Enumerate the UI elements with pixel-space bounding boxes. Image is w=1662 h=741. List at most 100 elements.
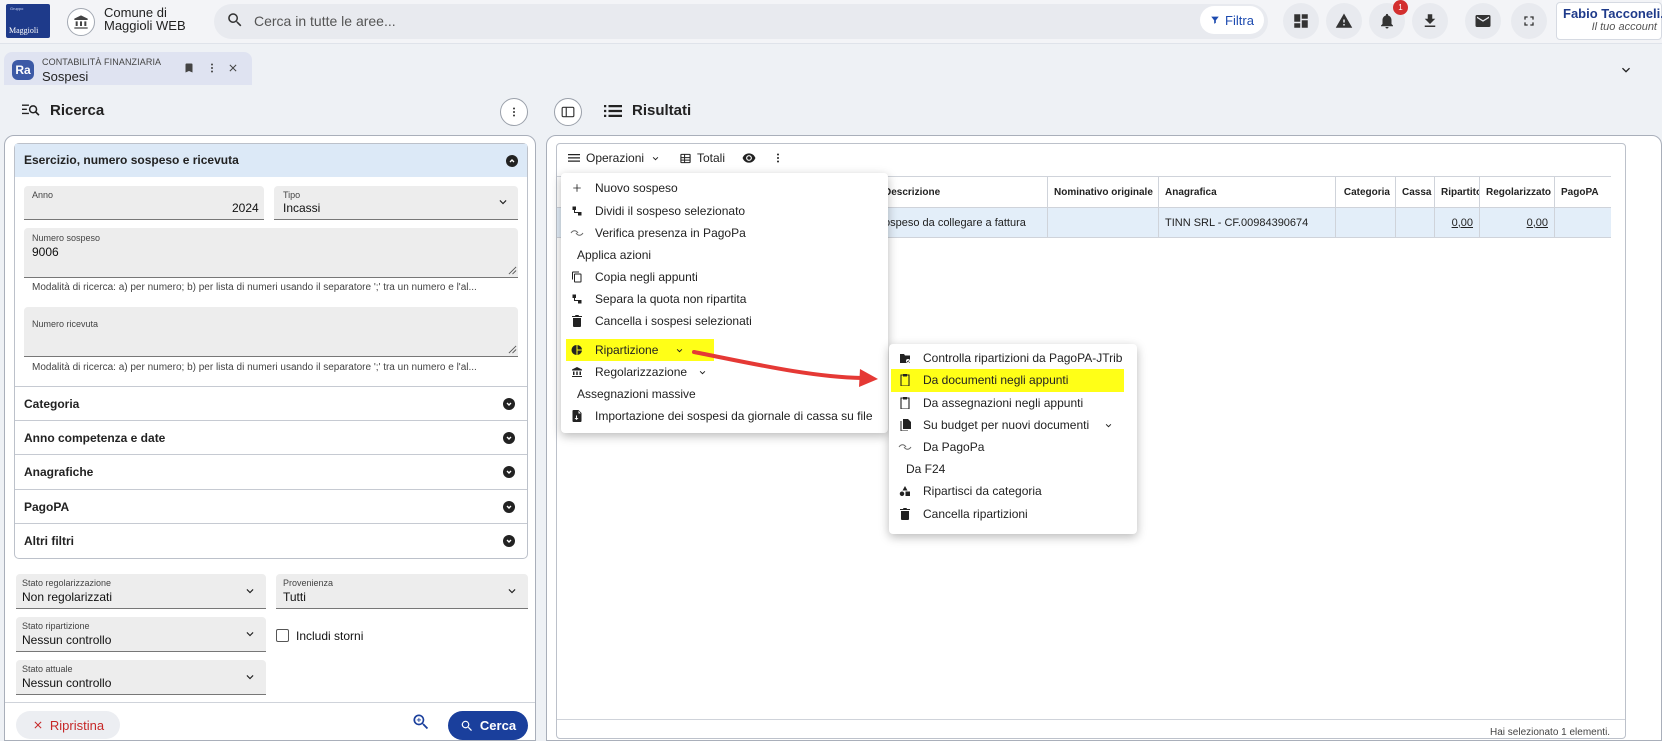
logo-text: Maggioli (9, 26, 39, 35)
provenienza-value: Tutti (283, 590, 306, 604)
operazioni-button[interactable]: Operazioni (568, 151, 661, 165)
search-panel-title: Ricerca (50, 102, 105, 119)
ripristina-button[interactable]: Ripristina (16, 711, 120, 739)
menu-item-importazione[interactable]: Importazione dei sospesi da giornale di … (561, 405, 888, 427)
cell-categoria (1335, 208, 1395, 237)
download-button[interactable] (1412, 3, 1448, 39)
mail-icon (1475, 15, 1491, 27)
toggle-sidebar-button[interactable] (554, 98, 582, 126)
tipo-value: Incassi (283, 201, 321, 215)
eye-icon[interactable] (742, 152, 756, 164)
copy-icon (569, 271, 585, 283)
submenu-item-da-pagopa[interactable]: Da PagoPa (889, 436, 1137, 458)
trash-icon (569, 315, 585, 327)
column-header-cassa[interactable]: Cassa (1395, 177, 1434, 207)
section-categoria[interactable]: Categoria (15, 386, 527, 420)
column-header-regolarizzato[interactable]: Regolarizzato (1479, 177, 1554, 207)
resize-handle-icon[interactable] (508, 266, 517, 275)
menu-icon (568, 154, 580, 162)
file-import-icon (569, 410, 585, 422)
numero-ricevuta-field[interactable] (24, 307, 518, 357)
user-account-button[interactable]: Fabio Tacconeli... Il tuo account (1556, 2, 1662, 40)
cerca-button[interactable]: Cerca (448, 711, 528, 740)
zoom-in-icon[interactable] (411, 712, 431, 732)
search-panel-menu-button[interactable] (500, 98, 528, 126)
clipboard-icon (897, 397, 913, 409)
stato-attuale-value: Nessun controllo (22, 676, 112, 690)
notification-badge: 1 (1393, 0, 1408, 15)
menu-item-label: Dividi il sospeso selezionato (595, 204, 746, 218)
menu-item-cancella-sospesi[interactable]: Cancella i sospesi selezionati (561, 310, 888, 332)
split-icon (569, 293, 585, 305)
menu-item-label: Separa la quota non ripartita (595, 292, 747, 306)
menu-item-nuovo-sospeso[interactable]: Nuovo sospeso (561, 177, 888, 199)
download-icon (1424, 14, 1436, 27)
org-line-2: Maggioli WEB (104, 18, 186, 33)
resize-handle-icon[interactable] (508, 345, 517, 354)
mail-button[interactable] (1465, 3, 1501, 39)
stato-attuale-label: Stato attuale (22, 664, 73, 674)
tab-more-icon[interactable] (206, 62, 218, 74)
section-anagrafiche[interactable]: Anagrafiche (15, 454, 527, 488)
logo-small-text: Gruppo (10, 6, 24, 11)
dashboard-button[interactable] (1283, 3, 1319, 39)
column-header-pagopa[interactable]: PagoPA (1554, 177, 1611, 207)
close-icon[interactable] (227, 62, 239, 74)
menu-item-label: Applica azioni (577, 248, 652, 262)
menu-item-dividi[interactable]: Dividi il sospeso selezionato (561, 200, 888, 222)
more-vertical-icon[interactable] (773, 152, 783, 164)
column-header-descrizione[interactable]: Descrizione (877, 177, 1047, 207)
submenu-item-su-budget[interactable]: Su budget per nuovi documenti (889, 414, 1137, 436)
anno-field[interactable] (24, 186, 264, 220)
bookmark-icon[interactable] (183, 62, 195, 74)
submenu-item-label: Da documenti negli appunti (923, 373, 1069, 387)
chevron-down-icon (243, 584, 257, 598)
bank-icon (569, 366, 585, 378)
submenu-item-ripartisci-categoria[interactable]: Ripartisci da categoria (889, 480, 1137, 502)
submenu-item-cancella-ripartizioni[interactable]: Cancella ripartizioni (889, 503, 1137, 525)
submenu-item-da-assegnazioni[interactable]: Da assegnazioni negli appunti (889, 392, 1137, 414)
fullscreen-button[interactable] (1511, 3, 1547, 39)
menu-item-applica-azioni[interactable]: Applica azioni (561, 244, 888, 266)
section-pagopa[interactable]: PagoPA (15, 489, 527, 523)
chevron-down-icon (243, 670, 257, 684)
stato-regolarizzazione-value: Non regolarizzati (22, 590, 113, 604)
totali-button[interactable]: Totali (680, 151, 725, 165)
collapse-icon[interactable] (506, 155, 518, 167)
submenu-item-da-f24[interactable]: Da F24 (889, 458, 1137, 480)
cell-regolarizzato-link[interactable]: 0,00 (1527, 217, 1548, 229)
column-header-nominativo[interactable]: Nominativo originale (1047, 177, 1158, 207)
documents-icon (897, 419, 913, 431)
search-input[interactable] (254, 6, 1094, 36)
column-header-ripartito[interactable]: Ripartito (1434, 177, 1479, 207)
column-header-categoria[interactable]: Categoria (1335, 177, 1395, 207)
chevron-down-icon[interactable] (1618, 62, 1634, 78)
warning-button[interactable] (1326, 3, 1362, 39)
section-anno-competenza[interactable]: Anno competenza e date (15, 420, 527, 454)
folder-check-icon (897, 353, 913, 364)
filter-button[interactable]: Filtra (1200, 6, 1264, 34)
pie-chart-icon (569, 344, 585, 356)
submenu-item-controlla-ripartizioni[interactable]: Controlla ripartizioni da PagoPA-JTrib (889, 347, 1137, 369)
grid-footer-divider (557, 719, 1625, 720)
submenu-item-da-documenti[interactable]: Da documenti negli appunti (889, 369, 1137, 391)
trash-icon (897, 508, 913, 520)
filter-label: Filtra (1225, 12, 1254, 28)
numero-ricevuta-hint: Modalità di ricerca: a) per numero; b) p… (32, 362, 477, 373)
menu-item-separa-quota[interactable]: Separa la quota non ripartita (561, 288, 888, 310)
menu-item-verifica-pagopa[interactable]: Verifica presenza in PagoPa (561, 222, 888, 244)
cerca-label: Cerca (479, 718, 517, 733)
bell-icon (1381, 13, 1393, 29)
column-header-anagrafica[interactable]: Anagrafica (1158, 177, 1335, 207)
stato-ripartizione-label: Stato ripartizione (22, 621, 90, 631)
includi-storni-checkbox[interactable] (276, 629, 289, 642)
maggioli-logo[interactable]: Gruppo Maggioli (6, 4, 50, 38)
chevron-down-icon (243, 627, 257, 641)
section-anno-competenza-label: Anno competenza e date (24, 431, 166, 445)
cell-ripartito-link[interactable]: 0,00 (1452, 217, 1473, 229)
menu-item-copia-appunti[interactable]: Copia negli appunti (561, 266, 888, 288)
anno-value: 2024 (232, 201, 259, 215)
tab-module-name: CONTABILITÀ FINANZIARIA (42, 57, 162, 67)
section-altri-filtri[interactable]: Altri filtri (15, 523, 527, 557)
bank-icon[interactable] (67, 8, 95, 36)
